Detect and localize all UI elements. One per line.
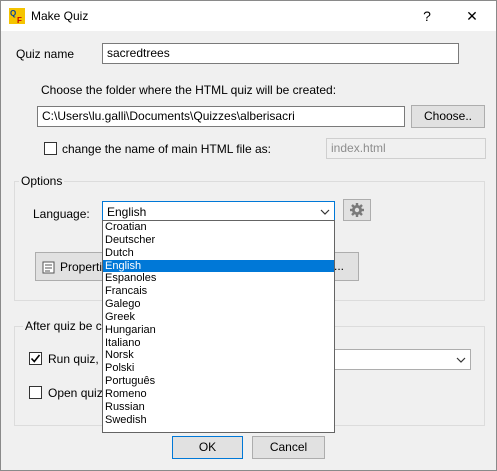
open-quiz-label: Open quiz f	[48, 386, 110, 400]
language-option[interactable]: Norsk	[103, 349, 334, 362]
properties-icon	[42, 261, 55, 274]
folder-path-input[interactable]: C:\Users\lu.galli\Documents\Quizzes\albe…	[37, 106, 405, 127]
language-option[interactable]: Galego	[103, 298, 334, 311]
options-group-label: Options	[19, 174, 65, 188]
language-option[interactable]: Deutscher	[103, 234, 334, 247]
language-option[interactable]: Francais	[103, 285, 334, 298]
ok-button[interactable]: OK	[172, 436, 243, 459]
language-option[interactable]: English	[103, 259, 334, 273]
change-main-file-label: change the name of main HTML file as:	[62, 142, 271, 156]
folder-prompt: Choose the folder where the HTML quiz wi…	[41, 83, 337, 97]
svg-text:F: F	[17, 16, 22, 24]
after-quiz-group-label: After quiz be cre	[23, 319, 115, 333]
make-quiz-dialog: Q F Make Quiz ? ✕ Quiz name sacredtrees …	[0, 0, 497, 471]
run-quiz-select[interactable]	[331, 349, 471, 370]
language-option[interactable]: Croatian	[103, 221, 334, 234]
language-settings-button[interactable]	[343, 199, 371, 221]
language-option[interactable]: Russian	[103, 401, 334, 414]
language-option[interactable]: Swedish	[103, 414, 334, 427]
choose-folder-button[interactable]: Choose..	[411, 105, 485, 128]
language-label: Language:	[33, 207, 90, 221]
main-file-input[interactable]: index.html	[326, 138, 486, 159]
help-button[interactable]: ?	[405, 1, 449, 31]
language-dropdown-list: Croatian Deutscher Dutch English Espanoles Fr…	[102, 220, 335, 433]
language-option[interactable]: Português	[103, 375, 334, 388]
language-option[interactable]: Italiano	[103, 337, 334, 350]
checkmark-icon	[30, 354, 41, 363]
run-quiz-checkbox[interactable]	[29, 352, 42, 365]
svg-text:Q: Q	[10, 9, 16, 18]
quiz-app-icon: Q F	[9, 8, 25, 24]
language-option[interactable]: Romeno	[103, 388, 334, 401]
chevron-down-icon	[456, 357, 466, 363]
language-option[interactable]: Polski	[103, 362, 334, 375]
language-select[interactable]: English	[102, 201, 335, 222]
language-option[interactable]: Espanoles	[103, 272, 334, 285]
open-quiz-checkbox[interactable]	[29, 386, 42, 399]
gear-icon	[350, 203, 364, 217]
language-select-value: English	[107, 205, 147, 219]
quiz-name-input[interactable]: sacredtrees	[102, 43, 459, 64]
properties-label: Properti	[60, 260, 103, 274]
change-main-file-checkbox[interactable]	[44, 142, 57, 155]
chevron-down-icon	[320, 209, 330, 215]
close-button[interactable]: ✕	[450, 1, 494, 31]
language-option[interactable]: Hungarian	[103, 324, 334, 337]
language-option[interactable]: Greek	[103, 311, 334, 324]
cancel-button[interactable]: Cancel	[252, 436, 325, 459]
run-quiz-label: Run quiz, u	[48, 352, 109, 366]
title-bar: Q F Make Quiz ? ✕	[1, 1, 496, 31]
language-option[interactable]: Dutch	[103, 247, 334, 260]
window-title: Make Quiz	[31, 9, 89, 23]
quiz-name-label: Quiz name	[16, 47, 75, 61]
more-options-label: ...	[333, 259, 344, 273]
